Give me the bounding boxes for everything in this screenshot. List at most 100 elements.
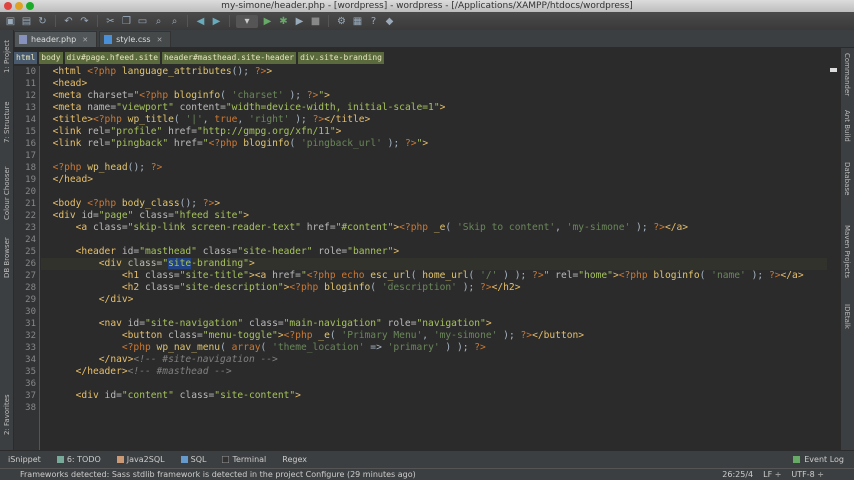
line-number: 13 [25, 103, 36, 113]
window-title: my-simone/header.php - [wordpress] - wor… [221, 1, 633, 11]
code-line: <nav id="site-navigation" class="main-na… [98, 318, 492, 329]
line-number-gutter: 10 11 12 13 14 15 16 17 18 19 20 21 22 23 24 25 26 27 28 29… [14, 66, 40, 450]
code-line: <meta name="viewport" content="width=dev… [52, 102, 446, 113]
tool-event-log[interactable]: Event Log [793, 455, 854, 464]
tab-style-css[interactable]: style.css ✕ [99, 31, 172, 47]
tool-tab-structure[interactable]: 7: Structure [0, 96, 14, 148]
line-number: 14 [25, 115, 36, 125]
tool-tab-colour-chooser[interactable]: Colour Chooser [0, 160, 14, 226]
save-icon[interactable]: ▤ [20, 15, 33, 28]
tool-regex[interactable]: Regex [274, 455, 315, 464]
run-icon[interactable]: ▶ [261, 15, 274, 28]
code-editor[interactable]: <html <?php language_attributes(); ?>> <… [41, 66, 827, 450]
line-number: 19 [25, 175, 36, 185]
tool-label: Event Log [804, 455, 844, 464]
replace-icon[interactable]: ⌕ [168, 15, 181, 28]
tool-tab-db-browser[interactable]: DB Browser [0, 230, 14, 286]
find-icon[interactable]: ⌕ [152, 15, 165, 28]
line-number: 31 [25, 319, 36, 329]
line-number: 18 [25, 163, 36, 173]
toolbar-divider [328, 15, 329, 27]
code-line: <title><?php wp_title( '|', true, 'right… [52, 114, 371, 125]
back-icon[interactable]: ◀ [194, 15, 207, 28]
tool-isnippet[interactable]: iSnippet [0, 455, 49, 464]
tab-header-php[interactable]: header.php ✕ [14, 31, 98, 47]
tool-tab-database[interactable]: Database [840, 156, 854, 202]
file-encoding[interactable]: UTF-8 ÷ [791, 470, 824, 479]
tab-label: header.php [31, 35, 77, 44]
breadcrumb-item[interactable]: div#page.hfeed.site [64, 52, 161, 64]
tool-tab-favorites[interactable]: 2: Favorites [0, 390, 14, 440]
line-number: 22 [25, 211, 36, 221]
line-separator[interactable]: LF ÷ [763, 470, 781, 479]
stop-icon[interactable]: ■ [309, 15, 322, 28]
tool-todo[interactable]: 6: TODO [49, 455, 109, 464]
code-line: <link rel="profile" href="http://gmpg.or… [52, 126, 342, 137]
toolbar-divider [55, 15, 56, 27]
debug-icon[interactable]: ✱ [277, 15, 290, 28]
tool-tab-ant-build[interactable]: Ant Build [840, 104, 854, 148]
breadcrumb-item[interactable]: div.site-branding [298, 52, 384, 64]
tool-label: SQL [190, 455, 207, 464]
line-number: 28 [25, 283, 36, 293]
tool-java2sql[interactable]: Java2SQL [109, 455, 173, 464]
zoom-window-icon[interactable] [26, 2, 34, 10]
line-number: 38 [25, 403, 36, 413]
line-number: 21 [25, 199, 36, 209]
editor-scrollbar[interactable] [827, 66, 840, 450]
code-line: <div id="content" class="site-content"> [75, 390, 301, 401]
window-controls [4, 2, 34, 10]
todo-icon [56, 456, 64, 463]
breadcrumb: html body div#page.hfeed.site header#mas… [14, 52, 384, 64]
cursor-position[interactable]: 26:25/4 [722, 470, 753, 479]
forward-icon[interactable]: ▶ [210, 15, 223, 28]
project-structure-icon[interactable]: ▦ [351, 15, 364, 28]
plugin-icon[interactable]: ◆ [383, 15, 396, 28]
breadcrumb-item[interactable]: body [39, 52, 63, 64]
tool-terminal[interactable]: Terminal [214, 455, 274, 464]
folder-open-icon[interactable]: ▣ [4, 15, 17, 28]
run-config-dropdown[interactable]: ▾ [236, 14, 258, 28]
minimize-window-icon[interactable] [15, 2, 23, 10]
line-number: 30 [25, 307, 36, 317]
toolbar-divider [187, 15, 188, 27]
tool-sql[interactable]: SQL [173, 455, 215, 464]
tool-label: Regex [282, 455, 307, 464]
tool-tab-maven[interactable]: Maven Projects [840, 218, 854, 286]
tool-tab-project[interactable]: 1: Project [0, 34, 14, 80]
code-line: <head> [52, 78, 88, 89]
copy-icon[interactable]: ❐ [120, 15, 133, 28]
coverage-icon[interactable]: ▶ [293, 15, 306, 28]
line-number: 23 [25, 223, 36, 233]
line-number: 24 [25, 235, 36, 245]
code-line: <header id="masthead" class="site-header… [75, 246, 400, 257]
redo-icon[interactable]: ↷ [78, 15, 91, 28]
breadcrumb-item[interactable]: html [14, 52, 38, 64]
line-number: 33 [25, 343, 36, 353]
line-number: 26 [25, 259, 36, 269]
close-tab-icon[interactable]: ✕ [157, 36, 163, 44]
php-file-icon [19, 35, 27, 44]
tool-label: iSnippet [8, 455, 41, 464]
settings-icon[interactable]: ⚙ [335, 15, 348, 28]
tool-tab-commander[interactable]: Commander [840, 52, 854, 98]
close-window-icon[interactable] [4, 2, 12, 10]
code-line: <html <?php language_attributes(); ?>> [52, 66, 273, 77]
line-number: 25 [25, 247, 36, 257]
breadcrumb-item[interactable]: header#masthead.site-header [162, 52, 297, 64]
undo-icon[interactable]: ↶ [62, 15, 75, 28]
status-message[interactable]: Frameworks detected: Sass stdlib framewo… [0, 470, 416, 479]
close-tab-icon[interactable]: ✕ [82, 36, 88, 44]
help-icon[interactable]: ? [367, 15, 380, 28]
event-log-icon [793, 456, 801, 463]
sync-icon[interactable]: ↻ [36, 15, 49, 28]
inspection-marker[interactable] [830, 68, 837, 72]
paste-icon[interactable]: ▭ [136, 15, 149, 28]
tool-tab-idetalk[interactable]: IDEtalk [840, 294, 854, 338]
line-number: 29 [25, 295, 36, 305]
cut-icon[interactable]: ✂ [104, 15, 117, 28]
